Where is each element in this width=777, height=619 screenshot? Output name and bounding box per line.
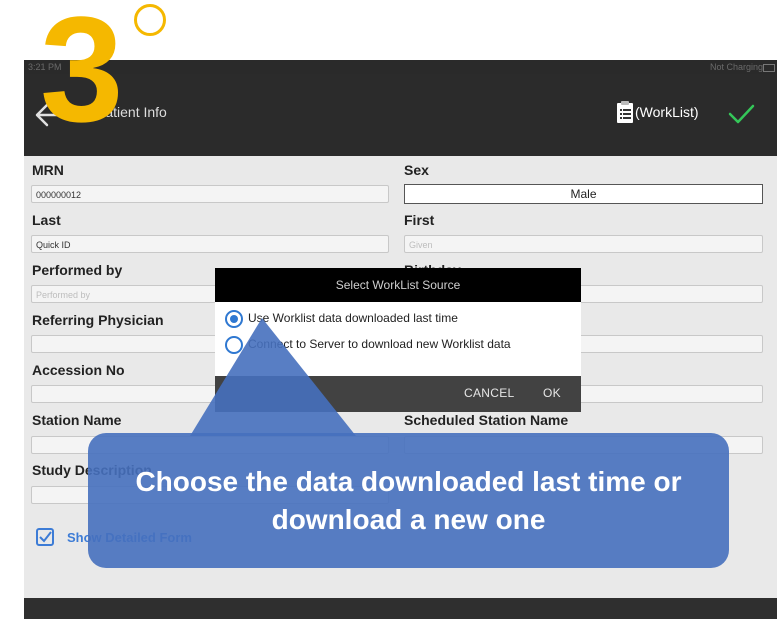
step-degree-mark — [134, 4, 166, 36]
bottom-bar — [24, 598, 777, 619]
scheduled-station-label: Scheduled Station Name — [404, 412, 569, 428]
confirm-check-icon[interactable] — [727, 103, 755, 125]
battery-icon — [763, 64, 775, 72]
callout-text: Choose the data downloaded last time or … — [135, 465, 682, 535]
mrn-field[interactable]: 000000012 — [31, 185, 389, 203]
option-label: Connect to Server to download new Workli… — [248, 337, 511, 351]
radio-unselected-icon[interactable] — [225, 336, 243, 354]
mrn-label: MRN — [32, 162, 64, 178]
performed-by-label: Performed by — [32, 262, 123, 278]
worklist-button-label[interactable]: (WorkList) — [635, 104, 699, 120]
callout-box: Choose the data downloaded last time or … — [88, 433, 729, 568]
ok-button[interactable]: OK — [543, 386, 561, 400]
dialog-body: Use Worklist data downloaded last time C… — [215, 302, 581, 376]
cancel-button[interactable]: CANCEL — [464, 386, 514, 400]
worklist-source-dialog: Select WorkList Source Use Worklist data… — [215, 268, 581, 412]
accession-label: Accession No — [32, 362, 125, 378]
option-label: Use Worklist data downloaded last time — [248, 311, 458, 325]
first-name-field[interactable]: Given — [404, 235, 763, 253]
sex-label: Sex — [404, 162, 429, 178]
last-label: Last — [32, 212, 61, 228]
checkbox-checked-icon[interactable] — [36, 528, 54, 546]
last-name-field[interactable]: Quick ID — [31, 235, 389, 253]
station-name-label: Station Name — [32, 412, 122, 428]
dialog-title: Select WorkList Source — [215, 268, 581, 302]
referring-physician-label: Referring Physician — [32, 312, 164, 328]
step-number: 3 — [40, 0, 124, 153]
nav-bar: Edit Patient Info (WorkList) — [24, 74, 777, 156]
worklist-clipboard-icon[interactable] — [616, 100, 634, 124]
sex-selector[interactable]: Male — [404, 184, 763, 204]
status-bar: 3:21 PM Not Charging — [24, 60, 777, 74]
radio-selected-icon[interactable] — [225, 310, 243, 328]
dialog-actions: CANCEL OK — [215, 376, 581, 412]
first-label: First — [404, 212, 435, 228]
status-charging: Not Charging — [709, 62, 763, 72]
